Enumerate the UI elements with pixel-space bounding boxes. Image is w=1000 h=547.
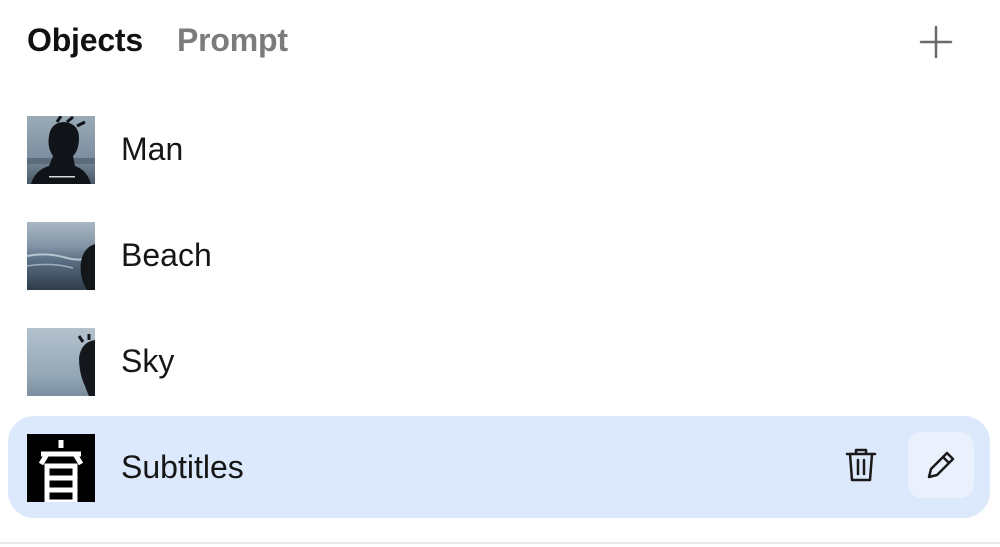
pencil-icon (927, 451, 955, 479)
object-row-subtitles[interactable]: Subtitles (8, 416, 990, 518)
trash-icon (845, 448, 877, 482)
divider (0, 542, 1000, 544)
object-label: Man (121, 131, 184, 167)
sky-thumbnail (27, 328, 95, 396)
object-row-sky[interactable]: Sky (8, 310, 990, 412)
row-actions (828, 432, 974, 498)
subtitles-thumbnail (27, 434, 95, 502)
edit-button[interactable] (908, 432, 974, 498)
tab-prompt[interactable]: Prompt (177, 22, 288, 59)
add-object-button[interactable] (912, 18, 960, 66)
beach-thumbnail (27, 222, 95, 290)
delete-button[interactable] (828, 432, 894, 498)
object-row-man[interactable]: Man (8, 98, 990, 200)
tab-bar: Objects Prompt (27, 22, 288, 59)
object-row-beach[interactable]: Beach (8, 204, 990, 306)
object-label: Subtitles (121, 449, 244, 485)
tab-objects[interactable]: Objects (27, 22, 143, 59)
objects-panel: Objects Prompt Man Beach Sky Subtitles (0, 0, 1000, 547)
object-label: Sky (121, 343, 175, 379)
plus-icon (919, 25, 953, 59)
man-thumbnail (27, 116, 95, 184)
object-label: Beach (121, 237, 212, 273)
